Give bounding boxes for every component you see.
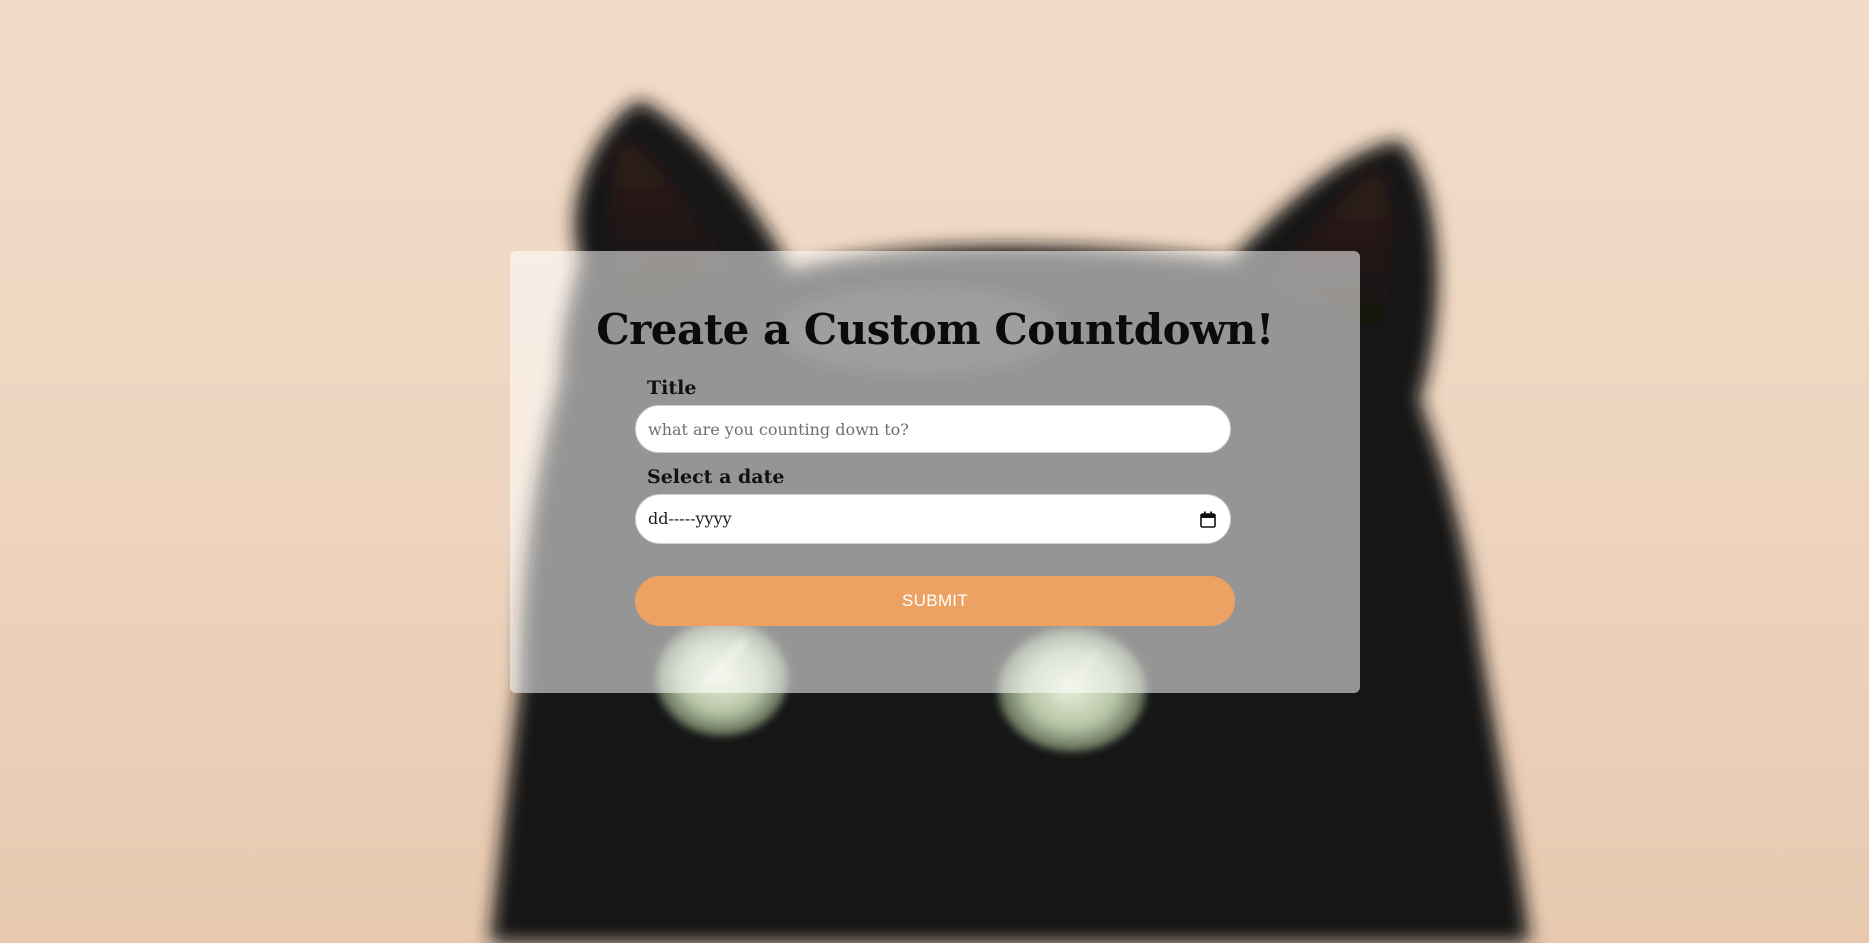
title-label: Title	[647, 377, 697, 399]
countdown-form-card: Create a Custom Countdown! Title Select …	[510, 251, 1360, 693]
date-input[interactable]: dd-----yyyy	[635, 494, 1231, 544]
title-input[interactable]	[635, 405, 1231, 453]
calendar-icon[interactable]	[1200, 511, 1216, 528]
date-placeholder: dd-----yyyy	[648, 509, 732, 528]
submit-button[interactable]: SUBMIT	[635, 576, 1235, 626]
form-heading: Create a Custom Countdown!	[596, 305, 1274, 354]
date-label: Select a date	[647, 466, 785, 488]
